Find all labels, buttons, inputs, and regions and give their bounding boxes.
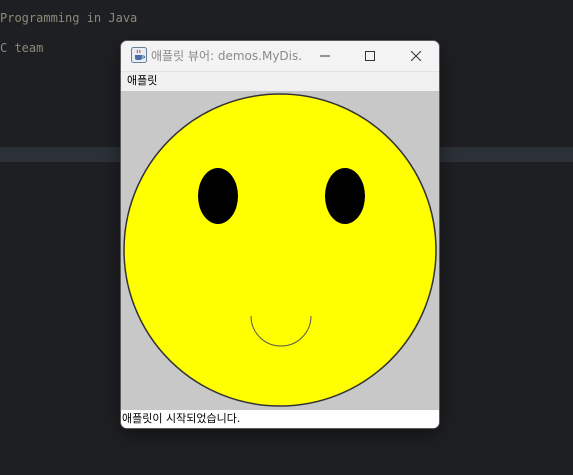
minimize-button[interactable] <box>302 41 348 71</box>
maximize-button[interactable] <box>347 41 393 71</box>
window-title: 애플릿 뷰어: demos.MyDis... <box>151 49 301 63</box>
right-eye <box>325 168 365 224</box>
close-button[interactable] <box>393 41 439 71</box>
status-text: 애플릿이 시작되었습니다. <box>122 412 241 425</box>
java-cup-icon <box>131 47 147 63</box>
left-eye <box>198 168 238 224</box>
maximize-icon <box>365 51 375 61</box>
editor-line-2: C team <box>0 41 44 55</box>
applet-viewer-window[interactable]: 애플릿 뷰어: demos.MyDis... 애플릿 애플릿이 시작되었습니다. <box>121 41 439 428</box>
minimize-icon <box>320 55 330 57</box>
applet-canvas[interactable] <box>121 91 439 410</box>
smiley-face <box>123 93 437 407</box>
close-icon <box>411 51 421 61</box>
editor-line-1: Programming in Java <box>0 11 138 25</box>
title-bar[interactable]: 애플릿 뷰어: demos.MyDis... <box>121 41 439 71</box>
menu-applet[interactable]: 애플릿 <box>127 74 157 88</box>
menu-bar: 애플릿 <box>121 71 439 91</box>
status-bar: 애플릿이 시작되었습니다. <box>121 410 439 428</box>
